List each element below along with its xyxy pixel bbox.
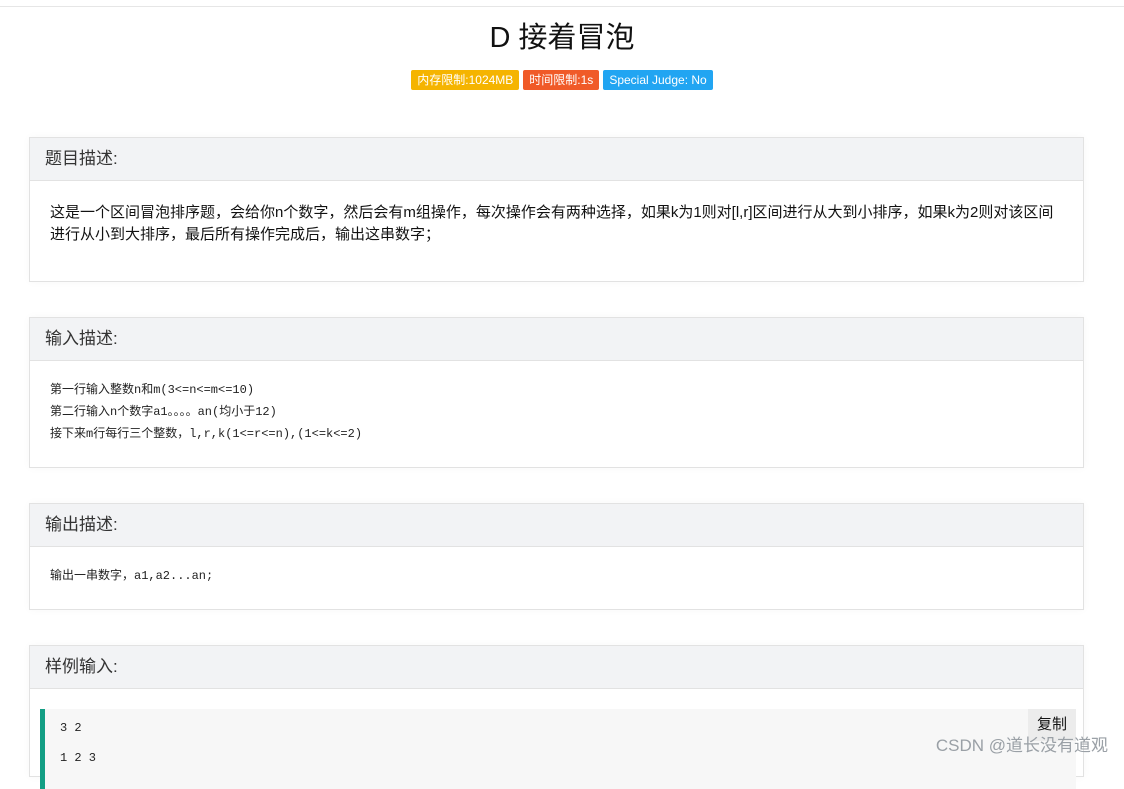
csdn-watermark: CSDN @道长没有道观 [935,736,1108,755]
sample-input-code: 3 2 1 2 3 复制 [40,709,1076,789]
input-line: 第一行输入整数n和m(3<=n<=m<=10) [50,383,255,397]
description-text: 这是一个区间冒泡排序题，会给你n个数字，然后会有m组操作，每次操作会有两种选择，… [50,204,1054,243]
time-limit-badge: 时间限制:1s [523,70,600,90]
output-description-heading: 输出描述: [30,504,1083,547]
limit-badges: 内存限制:1024MB 时间限制:1s Special Judge: No [0,70,1124,90]
sample-line: 3 2 [60,721,82,735]
sample-input-panel: 样例输入: 3 2 1 2 3 复制 [29,645,1084,789]
sample-input-heading: 样例输入: [30,646,1083,689]
top-divider [0,6,1124,7]
description-panel: 题目描述: 这是一个区间冒泡排序题，会给你n个数字，然后会有m组操作，每次操作会… [29,137,1084,282]
special-judge-badge: Special Judge: No [603,70,713,90]
description-heading: 题目描述: [30,138,1083,181]
input-line: 接下来m行每行三个整数，l,r,k(1<=r<=n),(1<=k<=2) [50,427,363,441]
input-line: 第二行输入n个数字a1。。。。an(均小于12) [50,405,277,419]
problem-title: D 接着冒泡 [489,22,635,54]
input-description-panel: 输入描述: 第一行输入整数n和m(3<=n<=m<=10) 第二行输入n个数字a… [29,317,1084,468]
output-text: 输出一串数字，a1,a2...an; [50,569,214,583]
memory-limit-badge: 内存限制:1024MB [411,70,520,90]
output-description-panel: 输出描述: 输出一串数字，a1,a2...an; [29,503,1084,610]
input-description-heading: 输入描述: [30,318,1083,361]
sample-line: 1 2 3 [60,751,97,765]
